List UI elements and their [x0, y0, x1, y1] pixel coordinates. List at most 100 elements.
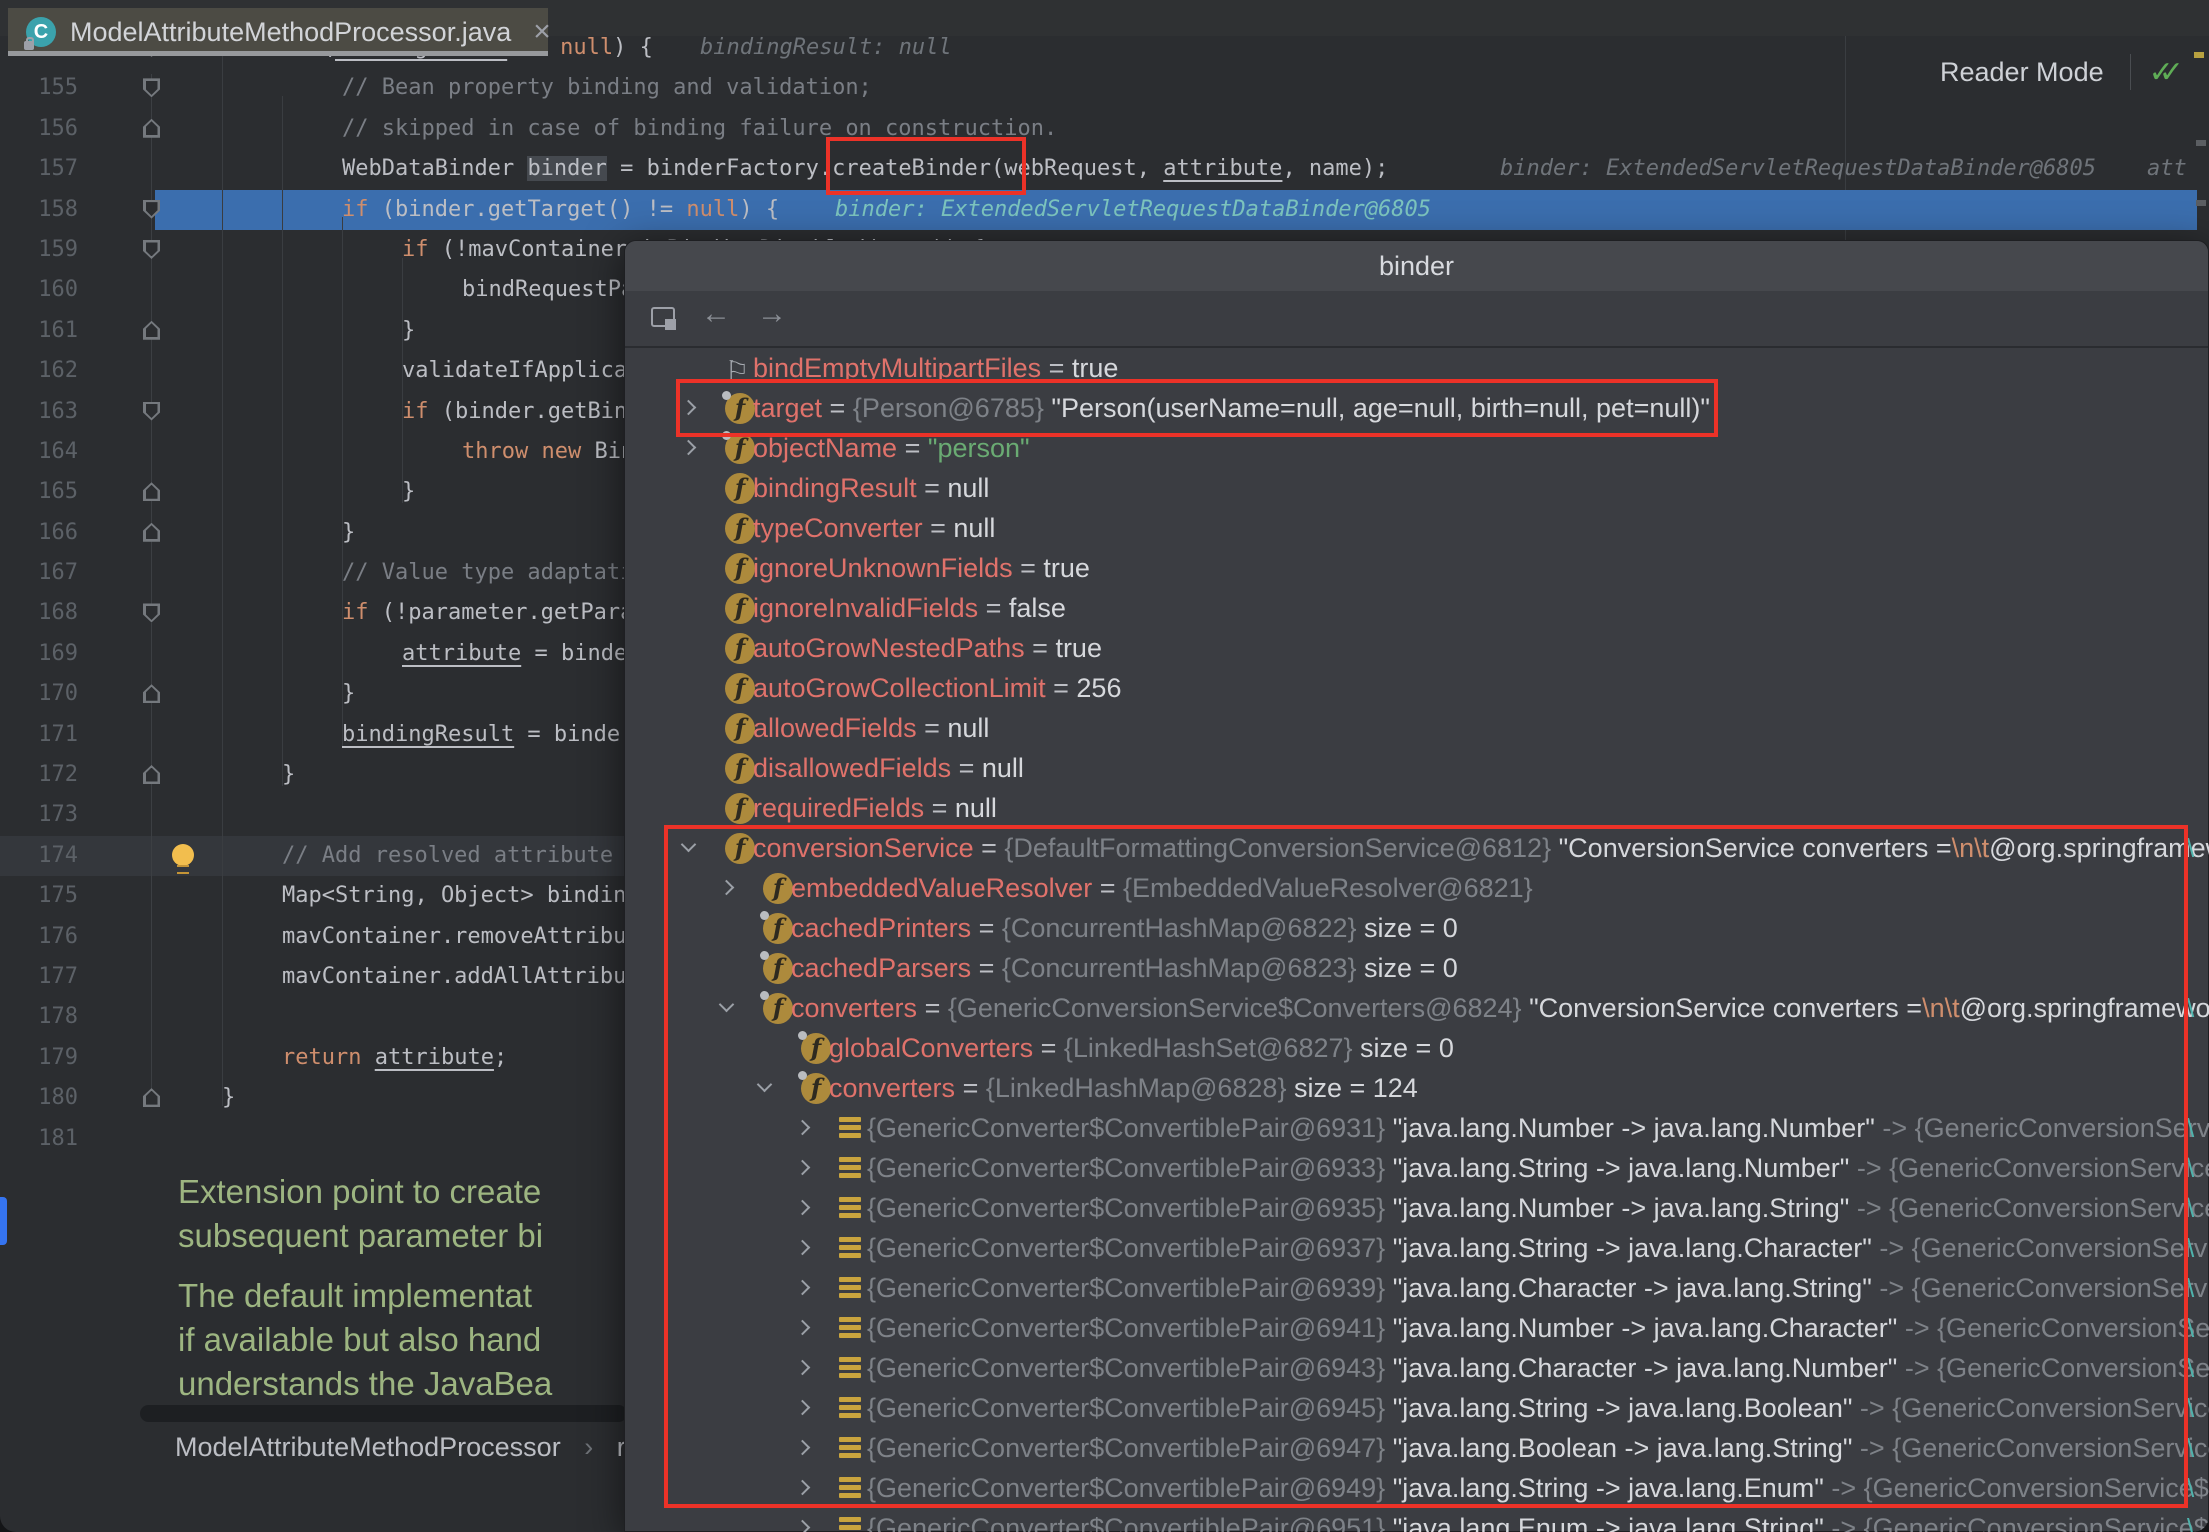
- indent-guide: [342, 217, 343, 747]
- forward-arrow-icon[interactable]: →: [757, 297, 787, 331]
- line-number: 157: [0, 149, 78, 189]
- show-options-icon[interactable]: [651, 307, 675, 327]
- field-icon: f: [725, 673, 755, 704]
- value-continuation-mark: \: [2187, 1468, 2194, 1508]
- line-number: 169: [0, 634, 78, 674]
- chevron-right-icon[interactable]: [681, 440, 697, 456]
- line-number: 178: [0, 997, 78, 1037]
- variable-row[interactable]: fignoreInvalidFields = false: [625, 588, 2208, 628]
- fold-marker[interactable]: [143, 200, 160, 219]
- horizontal-scrollbar[interactable]: [140, 1405, 627, 1422]
- variable-text: typeConverter = null: [753, 508, 995, 548]
- breadcrumb-chevron: ›: [584, 1432, 593, 1462]
- variable-text: bindingResult = null: [753, 468, 989, 508]
- variable-text: disallowedFields = null: [753, 748, 1024, 788]
- indent-guide: [282, 96, 283, 786]
- line-number: 172: [0, 755, 78, 795]
- field-icon: f: [725, 513, 755, 544]
- line-number: 181: [0, 1119, 78, 1159]
- doc-paragraph-2: The default implementatif available but …: [178, 1274, 552, 1406]
- editor-line-155[interactable]: 155 // Bean property binding and validati…: [0, 68, 2209, 108]
- fold-marker[interactable]: [143, 1088, 160, 1107]
- line-number: 155: [0, 68, 78, 108]
- line-number: 156: [0, 109, 78, 149]
- fold-marker[interactable]: [143, 240, 160, 259]
- field-icon: f: [725, 793, 755, 824]
- value-continuation-mark: \: [2187, 1308, 2194, 1348]
- field-icon: f: [725, 753, 755, 784]
- code-text: }: [282, 755, 295, 795]
- line-number: 160: [0, 270, 78, 310]
- line-number: 180: [0, 1078, 78, 1118]
- code-text: // Bean property binding and validation;: [342, 68, 872, 108]
- code-text: if (binder.getTarget() != null) {: [342, 190, 779, 230]
- field-icon: f: [725, 713, 755, 744]
- variable-row[interactable]: fignoreUnknownFields = true: [625, 548, 2208, 588]
- variable-row[interactable]: fautoGrowCollectionLimit = 256: [625, 668, 2208, 708]
- line-number: 165: [0, 472, 78, 512]
- line-number: 174: [0, 836, 78, 876]
- fold-marker[interactable]: [143, 684, 160, 703]
- tab-close-icon[interactable]: ×: [533, 17, 551, 47]
- field-icon: f: [725, 633, 755, 664]
- active-tab-indicator: [8, 51, 548, 56]
- reader-mode-label[interactable]: Reader Mode: [1940, 57, 2104, 88]
- fold-marker[interactable]: [143, 402, 160, 421]
- error-stripe-mark[interactable]: [2194, 52, 2204, 58]
- chevron-right-icon[interactable]: [795, 1520, 811, 1532]
- line-number: 170: [0, 674, 78, 714]
- fold-marker[interactable]: [143, 321, 160, 340]
- variable-text: ignoreUnknownFields = true: [753, 548, 1090, 588]
- fold-marker[interactable]: [143, 523, 160, 542]
- error-stripe-mark[interactable]: [2196, 200, 2206, 206]
- intention-bulb-icon[interactable]: [172, 844, 194, 866]
- field-icon: f: [725, 473, 755, 504]
- line-number: 162: [0, 351, 78, 391]
- widget-divider: [2130, 54, 2131, 90]
- inspections-ok-icon[interactable]: ✓✓: [2149, 55, 2195, 90]
- error-stripe-mark[interactable]: [2196, 140, 2206, 146]
- line-number: 171: [0, 715, 78, 755]
- fold-marker[interactable]: [143, 482, 160, 501]
- back-arrow-icon[interactable]: ←: [701, 297, 731, 331]
- breadcrumb-class[interactable]: ModelAttributeMethodProcessor: [175, 1432, 561, 1462]
- variable-row[interactable]: fdisallowedFields = null: [625, 748, 2208, 788]
- value-continuation-mark: \: [2187, 828, 2194, 868]
- line-number: 163: [0, 392, 78, 432]
- variable-row[interactable]: frequiredFields = null: [625, 788, 2208, 828]
- value-continuation-mark: \: [2187, 1268, 2194, 1308]
- variable-text: ignoreInvalidFields = false: [753, 588, 1066, 628]
- variable-row[interactable]: ftypeConverter = null: [625, 508, 2208, 548]
- variable-row[interactable]: fbindingResult = null: [625, 468, 2208, 508]
- fold-marker[interactable]: [143, 765, 160, 784]
- value-continuation-mark: \: [2187, 1228, 2194, 1268]
- variable-row[interactable]: {GenericConverter$ConvertiblePair@6951} …: [625, 1508, 2208, 1532]
- code-text: }: [402, 472, 415, 512]
- line-number: 168: [0, 593, 78, 633]
- red-annotation-box-target: [676, 379, 1718, 437]
- breadcrumb: ModelAttributeMethodProcessor › res: [175, 1432, 654, 1463]
- variable-row[interactable]: fallowedFields = null: [625, 708, 2208, 748]
- variable-row[interactable]: fautoGrowNestedPaths = true: [625, 628, 2208, 668]
- ide-window: 154if (bindingResult == null) {bindingRe…: [0, 0, 2209, 1532]
- line-number: 179: [0, 1038, 78, 1078]
- popup-toolbar: ← →: [625, 291, 2208, 346]
- line-number: 164: [0, 432, 78, 472]
- fold-marker[interactable]: [143, 603, 160, 622]
- value-continuation-mark: \: [2187, 1188, 2194, 1228]
- line-number: 158: [0, 190, 78, 230]
- fold-marker[interactable]: [143, 119, 160, 138]
- editor-line-158[interactable]: 158if (binder.getTarget() != null) {bind…: [0, 190, 2209, 230]
- editor-line-157[interactable]: 157WebDataBinder binder = binderFactory.…: [0, 149, 2209, 189]
- fold-marker[interactable]: [143, 78, 160, 97]
- line-number: 176: [0, 917, 78, 957]
- tab-modelattributemethodprocessor[interactable]: C ModelAttributeMethodProcessor.java ×: [8, 8, 548, 56]
- variable-text: {GenericConverter$ConvertiblePair@6951} …: [867, 1508, 2209, 1532]
- line-number: 159: [0, 230, 78, 270]
- line-number: 166: [0, 513, 78, 553]
- editor-line-156[interactable]: 156// skipped in case of binding failure…: [0, 109, 2209, 149]
- field-icon: f: [725, 593, 755, 624]
- readonly-lock-icon: [24, 41, 34, 50]
- line-number: 161: [0, 311, 78, 351]
- popup-title: binder: [625, 241, 2208, 291]
